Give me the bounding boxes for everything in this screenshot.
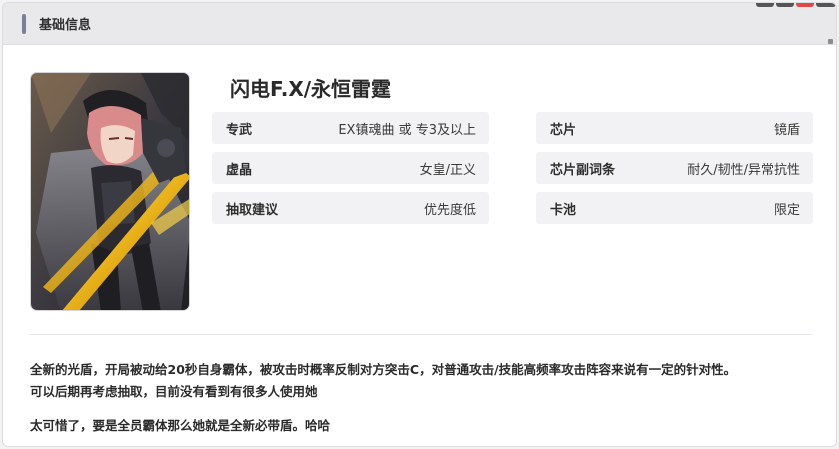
info-value: 限定: [773, 202, 800, 218]
character-name: 闪电F.X/永恒雷霆: [230, 77, 392, 101]
info-value: 女皇/正义: [419, 162, 476, 178]
info-label: 专武: [226, 122, 253, 138]
window-button-icon[interactable]: [756, 3, 774, 7]
info-cell-chip-substats: 芯片副词条 耐久/韧性/异常抗性: [536, 152, 813, 184]
window-button-icon[interactable]: [816, 3, 836, 7]
description-line-3: 太可惜了，要是全员霸体那么她就是全新必带盾。哈哈: [30, 418, 331, 433]
info-value: EX镇魂曲 或 专3及以上: [338, 122, 476, 138]
section-divider: [30, 334, 812, 335]
portrait-illustration: [31, 73, 189, 310]
info-label: 芯片: [550, 122, 577, 138]
window-button-icon[interactable]: [776, 3, 794, 7]
info-cell-weapon: 专武 EX镇魂曲 或 专3及以上: [212, 112, 489, 144]
info-cell-pull-advice: 抽取建议 优先度低: [212, 192, 489, 224]
info-value: 优先度低: [423, 202, 476, 218]
window-controls: [756, 3, 836, 7]
header-accent-bar: [22, 14, 26, 34]
close-window-icon[interactable]: [796, 3, 814, 7]
scroll-indicator-icon[interactable]: [828, 39, 833, 44]
basic-info-card: 基础信息 闪电F.X/永恒雷霆 专武 EX镇魂曲 或 专3及以上 芯片 镜盾 虚…: [2, 2, 837, 447]
info-label: 虚晶: [226, 162, 253, 178]
info-cell-banner: 卡池 限定: [536, 192, 813, 224]
info-cell-crystal: 虚晶 女皇/正义: [212, 152, 489, 184]
character-portrait: [30, 72, 190, 311]
description-line-2: 可以后期再考虑抽取，目前没有看到有很多人使用她: [30, 384, 318, 399]
section-title: 基础信息: [39, 18, 92, 33]
info-value: 镜盾: [773, 122, 800, 138]
info-label: 芯片副词条: [550, 162, 616, 178]
description-line-1: 全新的光盾，开局被动给20秒自身霸体，被攻击时概率反制对方突击C，对普通攻击/技…: [30, 362, 737, 377]
info-label: 卡池: [550, 202, 577, 218]
section-header: 基础信息: [3, 3, 836, 45]
info-label: 抽取建议: [226, 202, 279, 218]
info-cell-chip: 芯片 镜盾: [536, 112, 813, 144]
info-value: 耐久/韧性/异常抗性: [687, 162, 800, 178]
